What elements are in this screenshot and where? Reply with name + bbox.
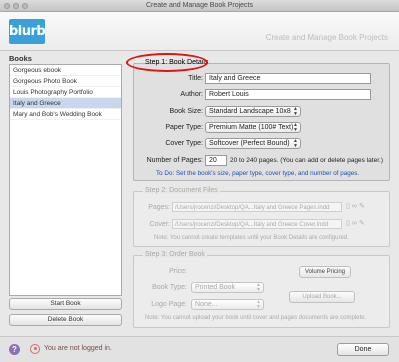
cover-file-path: /Users/jrocenzi/Desktop/QA...Italy and G…	[172, 219, 342, 229]
done-button[interactable]: Done	[337, 343, 389, 356]
paper-type-select[interactable]: Premium Matte (100# Text) ▲ ▼	[205, 122, 301, 133]
books-list[interactable]: Gorgeous ebook Gorgeous Photo Book Louis…	[9, 64, 122, 296]
select-arrows-icon: ▲ ▼	[256, 299, 261, 310]
number-of-pages-field[interactable]: 20	[205, 155, 227, 166]
select-arrows-icon: ▲ ▼	[256, 282, 261, 293]
step2-document-files-panel: Step 2: Document Files Pages: /Users/jro…	[133, 187, 390, 247]
edit-icon[interactable]: ✎	[359, 219, 365, 227]
paper-type-label: Paper Type:	[165, 124, 203, 131]
select-arrows-icon: ▲ ▼	[293, 138, 298, 149]
cover-file-actions: ▯ ∞ ✎	[346, 219, 365, 228]
book-size-value: Standard Landscape 10x8	[209, 108, 291, 115]
author-label: Author:	[180, 91, 203, 98]
paper-type-value: Premium Matte (100# Text)	[209, 124, 294, 131]
book-type-label: Book Type:	[152, 284, 187, 291]
close-window-button[interactable]	[4, 3, 10, 9]
document-icon[interactable]: ▯	[346, 202, 350, 210]
step1-book-details-panel: Step 1: Book Details Title: Italy and Gr…	[133, 59, 390, 181]
pages-file-actions: ▯ ∞ ✎	[346, 202, 365, 211]
author-field[interactable]: Robert Louis	[205, 89, 371, 100]
document-icon[interactable]: ▯	[346, 219, 350, 227]
todo-hint: To Do: Set the book's size, paper type, …	[156, 170, 360, 177]
book-item-gorgeous-ebook[interactable]: Gorgeous ebook	[10, 65, 121, 76]
book-item-louis-photography-portfolio[interactable]: Louis Photography Portfolio	[10, 87, 121, 98]
title-label: Title:	[188, 75, 203, 82]
cover-type-value: Softcover (Perfect Bound)	[209, 140, 290, 147]
pages-file-label: Pages:	[148, 204, 170, 211]
volume-pricing-button[interactable]: Volume Pricing	[299, 266, 351, 278]
edit-icon[interactable]: ✎	[359, 202, 365, 210]
step2-title: Step 2: Document Files	[143, 187, 220, 194]
pages-file-path: /Users/jrocenzi/Desktop/QA...Italy and G…	[172, 202, 342, 212]
link-icon[interactable]: ∞	[352, 220, 357, 227]
link-icon[interactable]: ∞	[352, 203, 357, 210]
books-label: Books	[9, 54, 32, 63]
book-item-mary-and-bobs-wedding-book[interactable]: Mary and Bob's Wedding Book	[10, 109, 121, 120]
window-title: Create and Manage Book Projects	[145, 2, 253, 9]
window-titlebar: Create and Manage Book Projects	[0, 0, 399, 12]
cover-type-label: Cover Type:	[165, 140, 203, 147]
book-size-label: Book Size:	[169, 108, 203, 115]
select-arrows-icon: ▲ ▼	[293, 122, 298, 133]
login-status[interactable]: You are not logged in.	[44, 345, 112, 352]
start-book-button[interactable]: Start Book	[9, 298, 122, 310]
book-size-select[interactable]: Standard Landscape 10x8 ▲ ▼	[205, 106, 301, 117]
number-of-pages-label: Number of Pages:	[146, 157, 203, 164]
logo-page-select[interactable]: None... ▲ ▼	[191, 299, 264, 310]
select-arrows-icon: ▲ ▼	[293, 106, 298, 117]
blurb-logo: blurb	[9, 19, 46, 44]
step2-note: Note: You cannot create templates until …	[154, 235, 349, 241]
step3-note: Note: You cannot upload your book until …	[145, 315, 367, 321]
highlight-oval	[126, 53, 208, 72]
footer-bar: ? You are not logged in. Done	[0, 336, 399, 362]
upload-book-button[interactable]: Upload Book...	[289, 291, 355, 303]
step3-title: Step 3: Order Book	[143, 251, 207, 258]
logo-page-label: Logo Page:	[151, 301, 187, 308]
pages-range-text: 20 to 240 pages. (You can add or delete …	[230, 157, 383, 164]
book-type-value: Printed Book	[195, 284, 236, 291]
step3-order-book-panel: Step 3: Order Book Price: Volume Pricing…	[133, 251, 390, 328]
minimize-window-button[interactable]	[13, 3, 19, 9]
cover-type-select[interactable]: Softcover (Perfect Bound) ▲ ▼	[205, 138, 301, 149]
user-icon	[30, 344, 40, 354]
book-type-select[interactable]: Printed Book ▲ ▼	[191, 282, 264, 293]
app-header: blurb Create and Manage Book Projects	[0, 12, 399, 51]
header-title: Create and Manage Book Projects	[265, 33, 388, 42]
book-item-gorgeous-photo-book[interactable]: Gorgeous Photo Book	[10, 76, 121, 87]
price-label: Price:	[169, 268, 187, 275]
window-controls[interactable]	[4, 3, 28, 9]
help-icon[interactable]: ?	[9, 344, 20, 355]
zoom-window-button[interactable]	[22, 3, 28, 9]
title-field[interactable]: Italy and Greece	[205, 73, 371, 84]
cover-file-label: Cover:	[149, 221, 170, 228]
delete-book-button[interactable]: Delete Book	[9, 314, 122, 326]
logo-page-value: None...	[195, 301, 218, 308]
book-item-italy-and-greece[interactable]: Italy and Greece	[10, 98, 121, 109]
